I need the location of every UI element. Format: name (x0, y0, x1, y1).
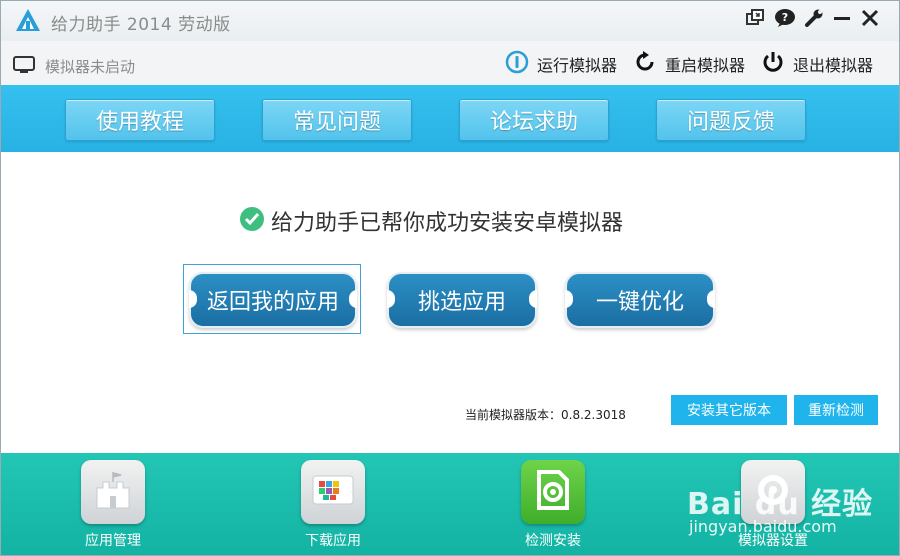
success-message: 给力助手已帮你成功安装安卓模拟器 (271, 211, 624, 236)
run-emulator-label: 运行模拟器 (537, 56, 618, 75)
baidu-jingyan-watermark: Bai du 经验 jingyan.baidu.com (677, 479, 877, 539)
restart-emulator-label: 重启模拟器 (665, 56, 746, 75)
restart-emulator-button[interactable]: 重启模拟器 (633, 51, 745, 77)
success-message-row: 给力助手已帮你成功安装安卓模拟器 (239, 205, 623, 237)
app-gallery-icon (311, 472, 355, 512)
nav-band: 使用教程 常见问题 论坛求助 问题反馈 (1, 85, 899, 152)
minimize-icon[interactable] (830, 7, 854, 29)
nav-faq-button[interactable]: 常见问题 (262, 99, 412, 141)
detect-install-label: 检测安装 (525, 533, 581, 549)
check-circle-icon (239, 206, 265, 236)
pick-apps-button[interactable]: 挑选应用 (387, 272, 537, 328)
exit-emulator-label: 退出模拟器 (793, 56, 874, 75)
castle-icon (91, 470, 135, 514)
app-manage-tile[interactable] (81, 460, 145, 524)
back-to-my-apps-label: 返回我的应用 (206, 290, 339, 315)
info-icon (505, 50, 529, 78)
install-other-version-button[interactable]: 安装其它版本 (671, 395, 787, 425)
title-bar: 给力助手 2014 劳动版 ? (1, 1, 899, 41)
refresh-icon (633, 50, 657, 78)
monitor-icon (13, 56, 35, 78)
nav-forum-button[interactable]: 论坛求助 (459, 99, 609, 141)
restore-icon[interactable] (743, 7, 767, 29)
download-apps-tile[interactable] (301, 460, 365, 524)
power-icon (761, 50, 785, 78)
download-apps-label: 下载应用 (305, 533, 361, 549)
redetect-button[interactable]: 重新检测 (794, 395, 878, 425)
app-manage-label: 应用管理 (85, 533, 141, 549)
one-click-optimize-label: 一键优化 (595, 290, 684, 315)
one-click-optimize-button[interactable]: 一键优化 (565, 272, 715, 328)
feedback-bubble-icon[interactable]: ? (773, 7, 797, 29)
watermark-url: jingyan.baidu.com (689, 517, 837, 536)
exit-emulator-button[interactable]: 退出模拟器 (761, 51, 873, 77)
run-emulator-button[interactable]: 运行模拟器 (505, 50, 618, 78)
emulator-version-text: 当前模拟器版本：0.8.2.3018 (465, 408, 626, 422)
back-to-my-apps-button[interactable]: 返回我的应用 (189, 272, 357, 328)
app-logo-icon (13, 7, 43, 33)
detect-install-tile[interactable] (521, 460, 585, 524)
pick-apps-label: 挑选应用 (417, 290, 506, 315)
wrench-icon[interactable] (802, 7, 826, 29)
nav-tutorial-button[interactable]: 使用教程 (65, 99, 215, 141)
status-bar: 模拟器未启动 运行模拟器 重启模拟器 退出模拟器 (1, 41, 899, 86)
svg-text:?: ? (782, 11, 788, 24)
nav-feedback-button[interactable]: 问题反馈 (656, 99, 806, 141)
detect-install-icon (533, 468, 573, 516)
app-title: 给力助手 2014 劳动版 (51, 15, 231, 35)
app-window: 给力助手 2014 劳动版 ? 模拟器未启动 运行模拟器 重启模拟器 退出模拟器… (0, 0, 900, 556)
close-icon[interactable] (858, 7, 882, 29)
emulator-status-text: 模拟器未启动 (45, 58, 136, 76)
